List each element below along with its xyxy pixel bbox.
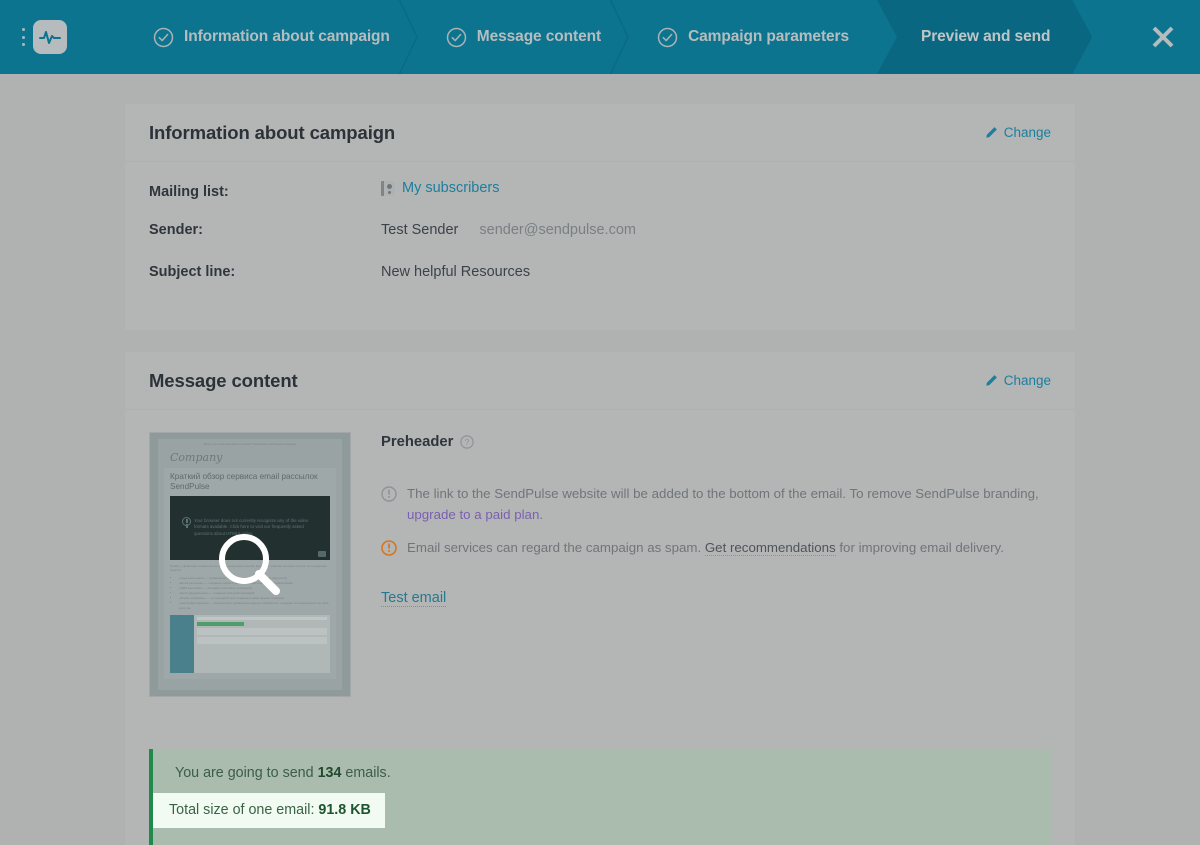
send-alert-wrapper: You are going to send 134 emails. Total … [125,697,1075,845]
thumb-bullet-list: «Адресные книги» — добавление списка пол… [170,576,330,611]
pulse-logo-icon[interactable] [33,20,67,54]
logo-zone [0,0,125,74]
thumbnail-canvas: Видите это сообщение вместо письма? Прос… [158,439,342,690]
wizard-steps: Information about campaign Message conte… [125,0,1126,74]
step-divider [397,0,419,74]
thumb-video-block: Your browser does not currently recogniz… [170,495,330,560]
thumb-screenshot-main [194,614,330,673]
section-title-message-content: Message content [149,369,298,391]
thumb-heading: Краткий обзор сервиса email рассылок Sen… [170,471,318,491]
wizard-step-label: Campaign parameters [688,28,849,45]
send-count-prefix: You are going to send [175,765,318,781]
campaign-info-card: Information about campaign Change Mailin… [125,104,1075,330]
send-count-value: 134 [317,765,342,781]
svg-text:?: ? [465,437,470,447]
notice-text-before: Email services can regard the campaign a… [407,540,705,556]
email-size-value: 91.8 KB [318,802,371,818]
wizard-step-preview-and-send[interactable]: Preview and send [877,0,1092,74]
thumb-preheader-text: Видите это сообщение вместо письма? Прос… [203,443,297,446]
warning-circle-icon [381,540,397,557]
info-circle-icon [381,486,397,502]
step-divider [608,0,630,74]
thumb-card: Краткий обзор сервиса email рассылок Sen… [164,467,336,679]
notice-text-after: for improving email delivery. [835,540,1004,556]
thumb-screenshot-sidebar [170,614,194,673]
thumb-video-text: Your browser does not currently recogniz… [194,517,309,536]
mailing-list-link[interactable]: My subscribers [402,180,500,196]
video-warning-icon [182,516,191,526]
wizard-step-label: Preview and send [920,28,1051,45]
send-count-line: You are going to send 134 emails. [175,765,1031,781]
email-preview-thumbnail[interactable]: Видите это сообщение вместо письма? Прос… [149,432,351,697]
email-size-badge: Total size of one email: 91.8 KB [153,793,385,828]
test-email-link[interactable]: Test email [381,590,447,608]
info-row-sender: Sender: Test Sender sender@sendpulse.com [149,222,1051,264]
notice-spam: Email services can regard the campaign a… [381,538,1041,559]
pencil-icon [986,127,997,138]
send-summary-alert: You are going to send 134 emails. Total … [149,749,1051,845]
send-count-suffix: emails. [341,765,391,781]
message-details: Preheader ? The link to the SendPulse we… [381,432,1051,697]
thumb-screenshot [170,614,330,673]
notice-text: The link to the SendPulse website will b… [407,484,1041,525]
info-value: New helpful Resources [381,264,531,280]
notice-text-after: . [539,506,544,522]
close-button[interactable] [1126,0,1200,74]
message-content-body: Видите это сообщение вместо письма? Прос… [125,410,1075,697]
info-label: Mailing list: [149,183,229,200]
change-label: Change [1003,373,1051,388]
address-book-icon [381,180,395,196]
campaign-info-header: Information about campaign Change [125,104,1075,162]
preheader-row: Preheader ? [381,434,1051,450]
upgrade-to-paid-plan-link[interactable]: upgrade to a paid plan [407,507,539,522]
check-circle-icon [153,27,174,47]
change-label: Change [1003,125,1051,140]
info-row-subject-line: Subject line: New helpful Resources [149,264,1051,306]
notice-text-before: The link to the SendPulse website will b… [407,486,1039,501]
wizard-header: Information about campaign Message conte… [0,0,1200,74]
check-circle-icon [657,27,678,47]
page-title: Information about campaign [149,121,396,143]
pencil-icon [986,375,997,386]
wizard-step-label: Message content [476,28,602,45]
thumb-bullet: «Настройки сервиса» — возможность добавл… [179,601,330,611]
info-label: Sender: [149,222,203,238]
wizard-step-label: Information about campaign [184,28,390,45]
notice-text: Email services can regard the campaign a… [407,538,1004,559]
kebab-menu-icon[interactable] [18,26,28,48]
info-label: Subject line: [149,264,236,280]
check-circle-icon [446,27,467,47]
video-play-icon [318,550,326,557]
message-content-card: Message content Change Видите это сообще… [125,352,1075,845]
wizard-step-campaign-parameters[interactable]: Campaign parameters [629,0,877,74]
thumb-paragraph: Привет, управление сервисом состоит из н… [170,563,327,573]
close-icon [1152,26,1174,48]
change-campaign-info-button[interactable]: Change [985,125,1051,140]
info-value: My subscribers [381,180,500,196]
wizard-step-message-content[interactable]: Message content [418,0,629,74]
info-value: Test Sender sender@sendpulse.com [381,222,636,238]
sender-name: Test Sender [381,222,459,238]
card-divider [0,330,1200,352]
get-recommendations-link[interactable]: Get recommendations [704,540,836,557]
preheader-label: Preheader [381,434,454,450]
campaign-info-body: Mailing list: My subscribers Sender: Tes… [125,162,1075,330]
change-message-content-button[interactable]: Change [985,373,1051,388]
question-help-icon[interactable]: ? [460,435,475,449]
wizard-step-information-about-campaign[interactable]: Information about campaign [125,0,418,74]
thumb-brand: Company [170,450,223,464]
preview-and-send-page: Information about campaign Message conte… [0,0,1200,845]
notice-branding: The link to the SendPulse website will b… [381,484,1041,525]
email-size-label: Total size of one email: [169,802,319,818]
message-content-header: Message content Change [125,352,1075,410]
page-content: Information about campaign Change Mailin… [0,74,1200,845]
info-row-mailing-list: Mailing list: My subscribers [149,180,1051,222]
sender-email: sender@sendpulse.com [479,222,636,238]
